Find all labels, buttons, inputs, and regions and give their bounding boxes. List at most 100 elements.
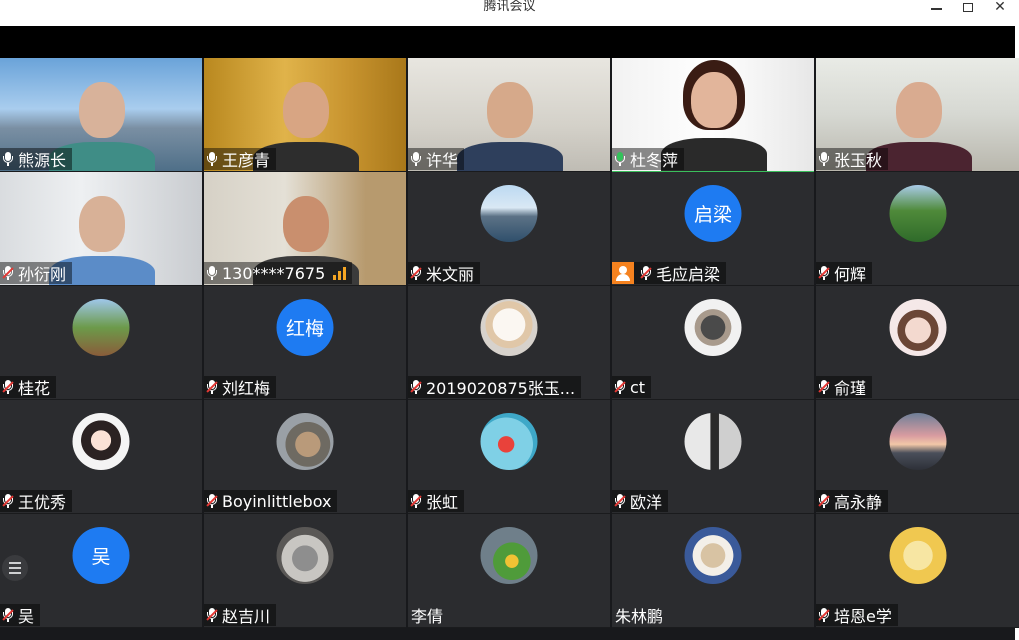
participant-name: 刘红梅 bbox=[222, 379, 271, 398]
mic-icon bbox=[614, 151, 626, 167]
mic-muted-icon bbox=[818, 265, 830, 281]
participant-tile[interactable]: 朱林鹏 bbox=[612, 514, 814, 628]
participant-name: 张玉秋 bbox=[834, 151, 883, 170]
participant-name: 杜冬萍 bbox=[630, 151, 679, 170]
avatar bbox=[889, 527, 946, 584]
mic-muted-icon bbox=[818, 493, 830, 509]
name-tag: 130****7675 bbox=[204, 262, 353, 284]
close-button[interactable]: ✕ bbox=[990, 0, 1010, 14]
name-tag: 孙衍刚 bbox=[0, 262, 73, 284]
mic-icon bbox=[410, 151, 422, 167]
participant-name: 李倩 bbox=[411, 607, 444, 626]
avatar bbox=[889, 413, 946, 470]
signal-icon bbox=[333, 266, 347, 280]
mic-icon bbox=[2, 151, 14, 167]
participant-tile[interactable]: 红梅刘红梅 bbox=[204, 286, 406, 400]
participant-name: 赵吉川 bbox=[222, 607, 271, 626]
name-tag: 2019020875张玉... bbox=[408, 376, 582, 398]
mic-icon bbox=[206, 151, 218, 167]
participant-name: 桂花 bbox=[18, 379, 51, 398]
participant-tile[interactable]: 杜冬萍 bbox=[612, 58, 814, 172]
avatar bbox=[480, 299, 538, 356]
name-tag: 米文丽 bbox=[408, 262, 481, 284]
minimize-icon bbox=[930, 8, 942, 10]
name-tag: ct bbox=[612, 376, 652, 398]
participant-name: 朱林鹏 bbox=[615, 607, 664, 626]
avatar bbox=[889, 299, 946, 356]
window-title: 腾讯会议 bbox=[483, 0, 536, 14]
participant-name: 熊源长 bbox=[18, 151, 67, 170]
participant-tile[interactable]: 130****7675 bbox=[204, 172, 406, 286]
avatar bbox=[72, 413, 130, 470]
name-tag: 朱林鹏 bbox=[612, 604, 669, 626]
participant-tile[interactable]: 王优秀 bbox=[0, 400, 202, 514]
mic-muted-icon bbox=[206, 607, 218, 623]
maximize-button[interactable] bbox=[958, 0, 978, 14]
name-tag: 高永静 bbox=[816, 490, 889, 512]
name-tag: 刘红梅 bbox=[204, 376, 277, 398]
participant-name: 2019020875张玉... bbox=[426, 379, 576, 398]
participant-name: 毛应启梁 bbox=[656, 265, 721, 284]
name-tag: 李倩 bbox=[408, 604, 449, 626]
participant-name: 许华 bbox=[426, 151, 459, 170]
participant-tile[interactable]: 李倩 bbox=[408, 514, 610, 628]
mic-muted-icon bbox=[206, 379, 218, 395]
participant-tile[interactable]: ct bbox=[612, 286, 814, 400]
name-tag: 培恩e学 bbox=[816, 604, 898, 626]
avatar: 启梁 bbox=[684, 185, 742, 242]
mic-muted-icon bbox=[410, 493, 422, 509]
mic-muted-icon bbox=[818, 379, 830, 395]
name-tag: 杜冬萍 bbox=[612, 148, 685, 170]
mic-muted-icon bbox=[2, 607, 14, 623]
participant-tile[interactable]: 赵吉川 bbox=[204, 514, 406, 628]
mic-muted-icon bbox=[2, 379, 14, 395]
avatar: 红梅 bbox=[276, 299, 334, 356]
participant-tile[interactable]: 张虹 bbox=[408, 400, 610, 514]
avatar bbox=[72, 299, 130, 356]
mic-muted-icon bbox=[206, 493, 218, 509]
mic-muted-icon bbox=[614, 493, 626, 509]
minimize-button[interactable] bbox=[926, 0, 946, 14]
participant-list-button[interactable] bbox=[2, 555, 28, 581]
participant-name: 130****7675 bbox=[222, 263, 326, 283]
avatar bbox=[276, 527, 334, 584]
participant-tile[interactable]: 吴吴 bbox=[0, 514, 202, 628]
mic-muted-icon bbox=[410, 379, 422, 395]
participant-name: 王彦青 bbox=[222, 151, 271, 170]
participant-tile[interactable]: 熊源长 bbox=[0, 58, 202, 172]
participant-tile[interactable]: 培恩e学 bbox=[816, 514, 1019, 628]
name-tag: Boyinlittlebox bbox=[204, 490, 338, 512]
avatar bbox=[889, 185, 946, 242]
participant-name: Boyinlittlebox bbox=[222, 491, 332, 511]
name-tag: 张虹 bbox=[408, 490, 465, 512]
participant-name: 王优秀 bbox=[18, 493, 67, 512]
participant-tile[interactable]: 何辉 bbox=[816, 172, 1019, 286]
participant-name: 米文丽 bbox=[426, 265, 475, 284]
participant-tile[interactable]: 孙衍刚 bbox=[0, 172, 202, 286]
participant-name: 培恩e学 bbox=[834, 607, 892, 626]
close-icon: ✕ bbox=[994, 0, 1006, 15]
participant-name: 孙衍刚 bbox=[18, 265, 67, 284]
participant-tile[interactable]: Boyinlittlebox bbox=[204, 400, 406, 514]
avatar bbox=[480, 527, 538, 584]
mic-icon bbox=[818, 151, 830, 167]
user-icon bbox=[612, 262, 634, 284]
mic-muted-icon bbox=[410, 265, 422, 281]
participant-tile[interactable]: 米文丽 bbox=[408, 172, 610, 286]
list-icon bbox=[9, 562, 21, 564]
participant-tile[interactable]: 张玉秋 bbox=[816, 58, 1019, 172]
participant-tile[interactable]: 桂花 bbox=[0, 286, 202, 400]
name-tag: 王优秀 bbox=[0, 490, 73, 512]
participant-name: 张虹 bbox=[426, 493, 459, 512]
participant-tile[interactable]: 高永静 bbox=[816, 400, 1019, 514]
participant-tile[interactable]: 启梁毛应启梁 bbox=[612, 172, 814, 286]
participant-tile[interactable]: 王彦青 bbox=[204, 58, 406, 172]
participant-tile[interactable]: 俞瑾 bbox=[816, 286, 1019, 400]
name-tag: 张玉秋 bbox=[816, 148, 889, 170]
maximize-icon bbox=[963, 2, 973, 12]
participant-name: 高永静 bbox=[834, 493, 883, 512]
mic-icon bbox=[206, 265, 218, 281]
participant-tile[interactable]: 2019020875张玉... bbox=[408, 286, 610, 400]
participant-tile[interactable]: 欧洋 bbox=[612, 400, 814, 514]
participant-tile[interactable]: 许华 bbox=[408, 58, 610, 172]
